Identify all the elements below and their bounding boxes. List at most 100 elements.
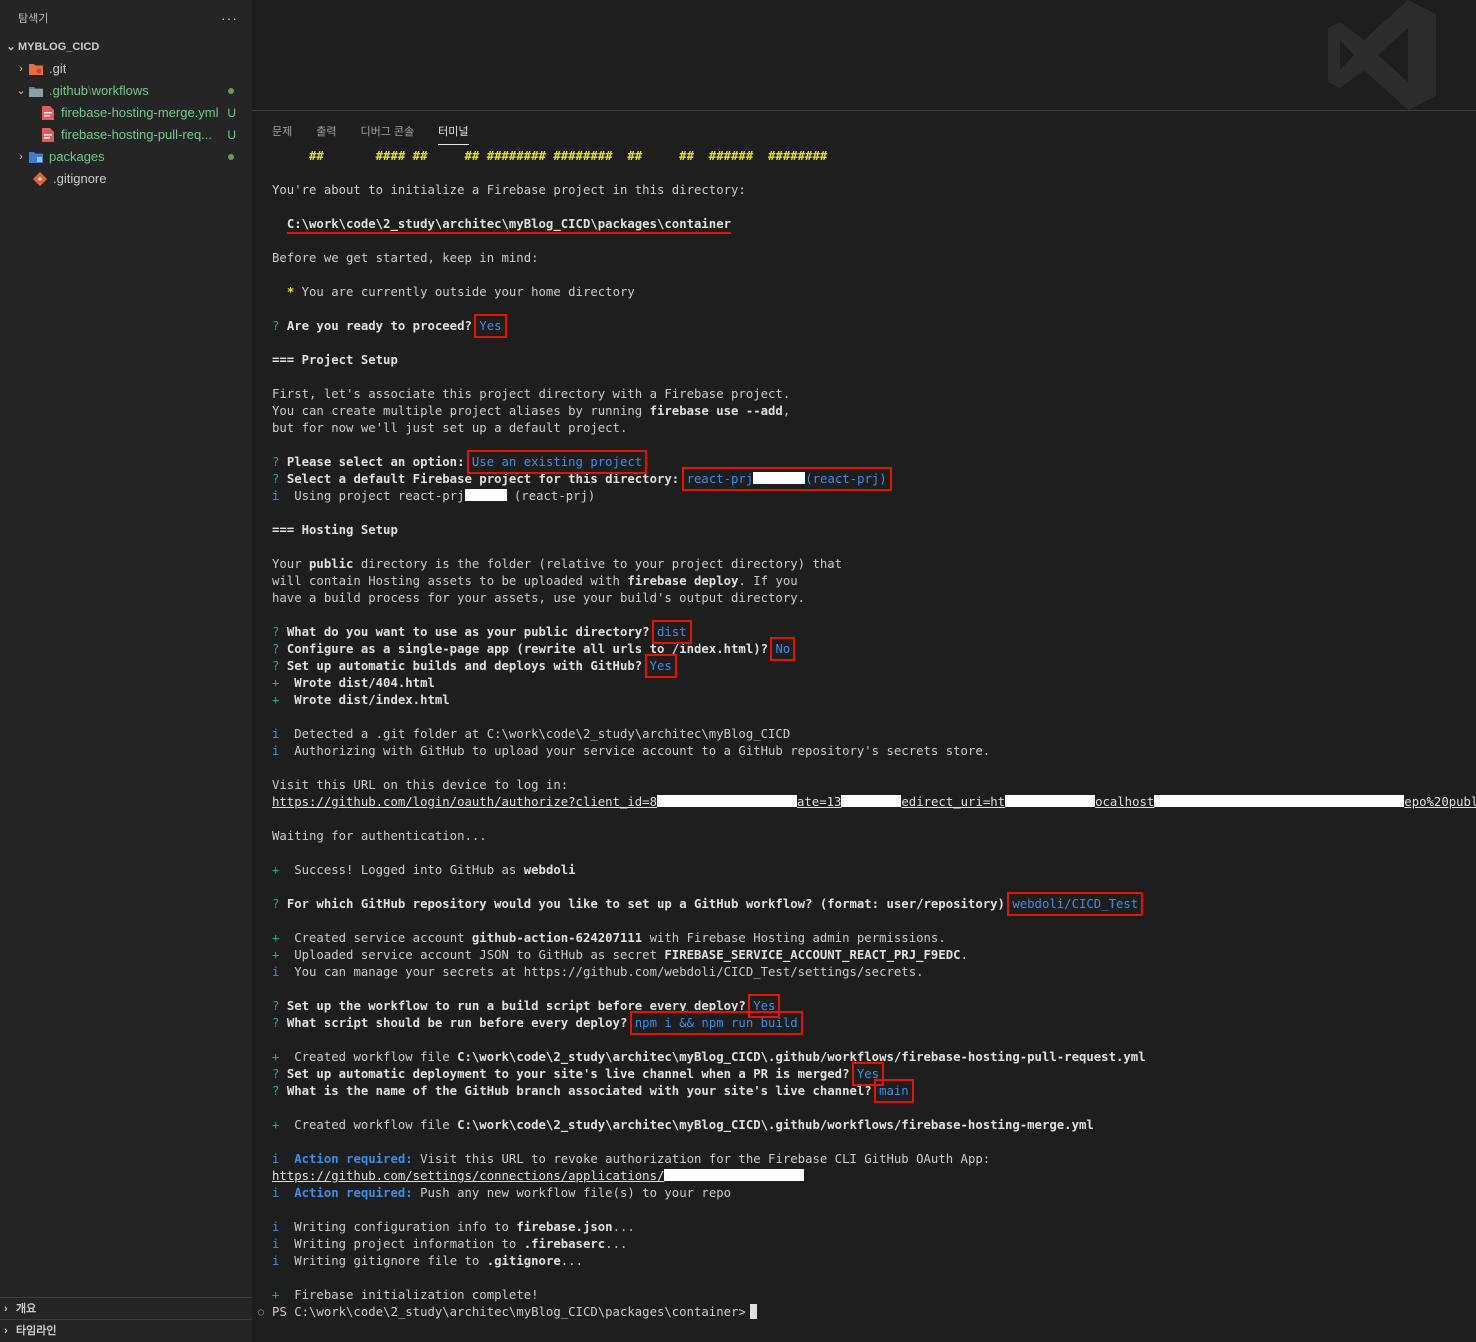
terminal-line: Visit this URL on this device to log in: bbox=[272, 778, 569, 792]
prompt-question: What do you want to use as your public d… bbox=[286, 625, 650, 639]
tree-item-gitignore[interactable]: .gitignore bbox=[0, 168, 252, 190]
bottom-panel: 문제 출력 디버그 콘솔 터미널 ## #### ## ## ######## … bbox=[252, 111, 1476, 1342]
plus-mark: + bbox=[272, 1118, 280, 1132]
terminal-output[interactable]: ## #### ## ## ######## ######## ## ## ##… bbox=[258, 148, 1476, 1321]
prompt-question: Please select an option: bbox=[286, 455, 465, 469]
workspace-root[interactable]: ⌄ MYBLOG_CICD bbox=[0, 36, 252, 58]
prompt-question: What script should be run before every d… bbox=[286, 1016, 628, 1030]
tree-item-packages[interactable]: › packages bbox=[0, 146, 252, 168]
prompt-answer: main bbox=[874, 1079, 914, 1103]
url-part: https://github.com/login/oauth/authorize… bbox=[272, 795, 657, 809]
tab-problems[interactable]: 문제 bbox=[272, 121, 292, 145]
question-mark: ? bbox=[272, 625, 280, 639]
chevron-right-icon: › bbox=[4, 1324, 8, 1337]
firebase-banner: ## #### ## ## ######## ######## ## ## ##… bbox=[272, 149, 828, 163]
terminal-line: Created workflow file bbox=[294, 1050, 458, 1064]
url-part: edirect_uri=ht bbox=[901, 795, 1006, 809]
chevron-right-icon: › bbox=[19, 63, 23, 75]
workflow-file-path: C:\work\code\2_study\architec\myBlog_CIC… bbox=[457, 1118, 1094, 1132]
tree-item-label: firebase-hosting-pull-req... bbox=[61, 127, 213, 142]
vscode-logo-icon bbox=[1328, 0, 1436, 110]
terminal-line: directory is the folder (relative to you… bbox=[353, 557, 843, 571]
terminal-line: (react-prj) bbox=[506, 489, 596, 503]
terminal-line: Detected a .git folder at C:\work\code\2… bbox=[294, 727, 791, 741]
tree-item-label: firebase-hosting-merge.yml bbox=[61, 105, 219, 120]
question-mark: ? bbox=[272, 319, 280, 333]
file-name: firebase.json bbox=[516, 1220, 613, 1234]
terminal-line: Push any new workflow file(s) to your re… bbox=[412, 1186, 732, 1200]
file-name: .firebaserc bbox=[523, 1237, 606, 1251]
chevron-right-icon: › bbox=[19, 151, 23, 163]
github-username: webdoli bbox=[523, 863, 576, 877]
redaction bbox=[1005, 795, 1096, 807]
more-actions-icon[interactable]: ··· bbox=[221, 10, 238, 26]
redaction bbox=[1154, 795, 1405, 807]
terminal-line: First, let's associate this project dire… bbox=[272, 387, 791, 401]
redaction bbox=[464, 489, 507, 501]
outline-section[interactable]: › 개요 bbox=[0, 1297, 252, 1319]
redaction bbox=[841, 795, 902, 807]
terminal-line: Authorizing with GitHub to upload your s… bbox=[294, 744, 991, 758]
terminal-line: . bbox=[960, 948, 968, 962]
workspace-root-label: MYBLOG_CICD bbox=[18, 41, 100, 53]
terminal-line: ... bbox=[605, 1237, 628, 1251]
explorer-title-bar: 탐색기 ··· bbox=[0, 0, 252, 36]
info-mark: i bbox=[272, 1254, 280, 1268]
tree-item-label: .github bbox=[49, 83, 89, 98]
question-mark: ? bbox=[272, 897, 280, 911]
terminal-cursor bbox=[749, 1304, 757, 1319]
tree-item-github-workflows[interactable]: ⌄ .github\workflows bbox=[0, 80, 252, 102]
prompt-question: What is the name of the GitHub branch as… bbox=[286, 1084, 872, 1098]
plus-mark: + bbox=[272, 863, 280, 877]
answer-part: react-prj bbox=[686, 472, 754, 486]
tab-debug-console[interactable]: 디버그 콘솔 bbox=[361, 121, 415, 145]
terminal-line: Writing configuration info to bbox=[294, 1220, 517, 1234]
redaction bbox=[664, 1169, 805, 1181]
untracked-badge: U bbox=[227, 106, 236, 120]
prompt-question: Configure as a single-page app (rewrite … bbox=[286, 642, 769, 656]
terminal-line: ... bbox=[560, 1254, 583, 1268]
untracked-badge: U bbox=[227, 128, 236, 142]
timeline-section[interactable]: › 타임라인 bbox=[0, 1319, 252, 1341]
question-mark: ? bbox=[272, 455, 280, 469]
plus-mark: + bbox=[272, 948, 280, 962]
explorer-sidebar: 탐색기 ··· ⌄ MYBLOG_CICD › .git ⌄ .github\w… bbox=[0, 0, 252, 1342]
prompt-answer: Yes bbox=[851, 1062, 885, 1086]
shell-prompt: PS C:\work\code\2_study\architec\myBlog_… bbox=[272, 1305, 746, 1319]
tab-terminal[interactable]: 터미널 bbox=[438, 121, 469, 145]
info-mark: i bbox=[272, 489, 280, 503]
info-mark: i bbox=[272, 965, 280, 979]
plus-mark: + bbox=[272, 693, 280, 707]
tree-item-git[interactable]: › .git bbox=[0, 58, 252, 80]
yaml-file-icon bbox=[40, 105, 56, 121]
question-mark: ? bbox=[272, 999, 280, 1013]
folder-git-icon bbox=[28, 61, 44, 77]
terminal-line: have a build process for your assets, us… bbox=[272, 591, 806, 605]
secret-name: FIREBASE_SERVICE_ACCOUNT_REACT_PRJ_F9EDC bbox=[664, 948, 961, 962]
info-mark: i bbox=[272, 1186, 280, 1200]
action-required-label: Action required: bbox=[294, 1152, 413, 1166]
prompt-question: Set up the workflow to run a build scrip… bbox=[286, 999, 746, 1013]
tree-item-pull-request-yml[interactable]: firebase-hosting-pull-req... U bbox=[0, 124, 252, 146]
question-mark: ? bbox=[272, 659, 280, 673]
tree-item-label: packages bbox=[49, 149, 105, 164]
terminal-line: with Firebase Hosting admin permissions. bbox=[642, 931, 946, 945]
prompt-answer: react-prj (react-prj) bbox=[681, 467, 892, 491]
oauth-login-link[interactable]: https://github.com/login/oauth/authorize… bbox=[272, 794, 1476, 811]
prompt-answer: dist bbox=[652, 620, 692, 644]
tree-item-merge-yml[interactable]: firebase-hosting-merge.yml U bbox=[0, 102, 252, 124]
chevron-down-icon: ⌄ bbox=[16, 85, 26, 97]
terminal-command: firebase deploy bbox=[627, 574, 739, 588]
url-part: ocalhost bbox=[1095, 795, 1155, 809]
prompt-answer: npm i && npm run build bbox=[629, 1011, 803, 1035]
info-mark: i bbox=[272, 1152, 280, 1166]
url-part: epo%20public_repo bbox=[1404, 795, 1476, 809]
tab-output[interactable]: 출력 bbox=[316, 121, 336, 145]
info-mark: i bbox=[272, 1237, 280, 1251]
url-part: ate=13 bbox=[796, 795, 842, 809]
revoke-link[interactable]: https://github.com/settings/connections/… bbox=[272, 1169, 664, 1183]
terminal-line: You're about to initialize a Firebase pr… bbox=[272, 183, 746, 197]
plus-mark: + bbox=[272, 1050, 280, 1064]
chevron-right-icon: › bbox=[4, 1302, 8, 1315]
section-heading: === Project Setup bbox=[272, 353, 398, 367]
